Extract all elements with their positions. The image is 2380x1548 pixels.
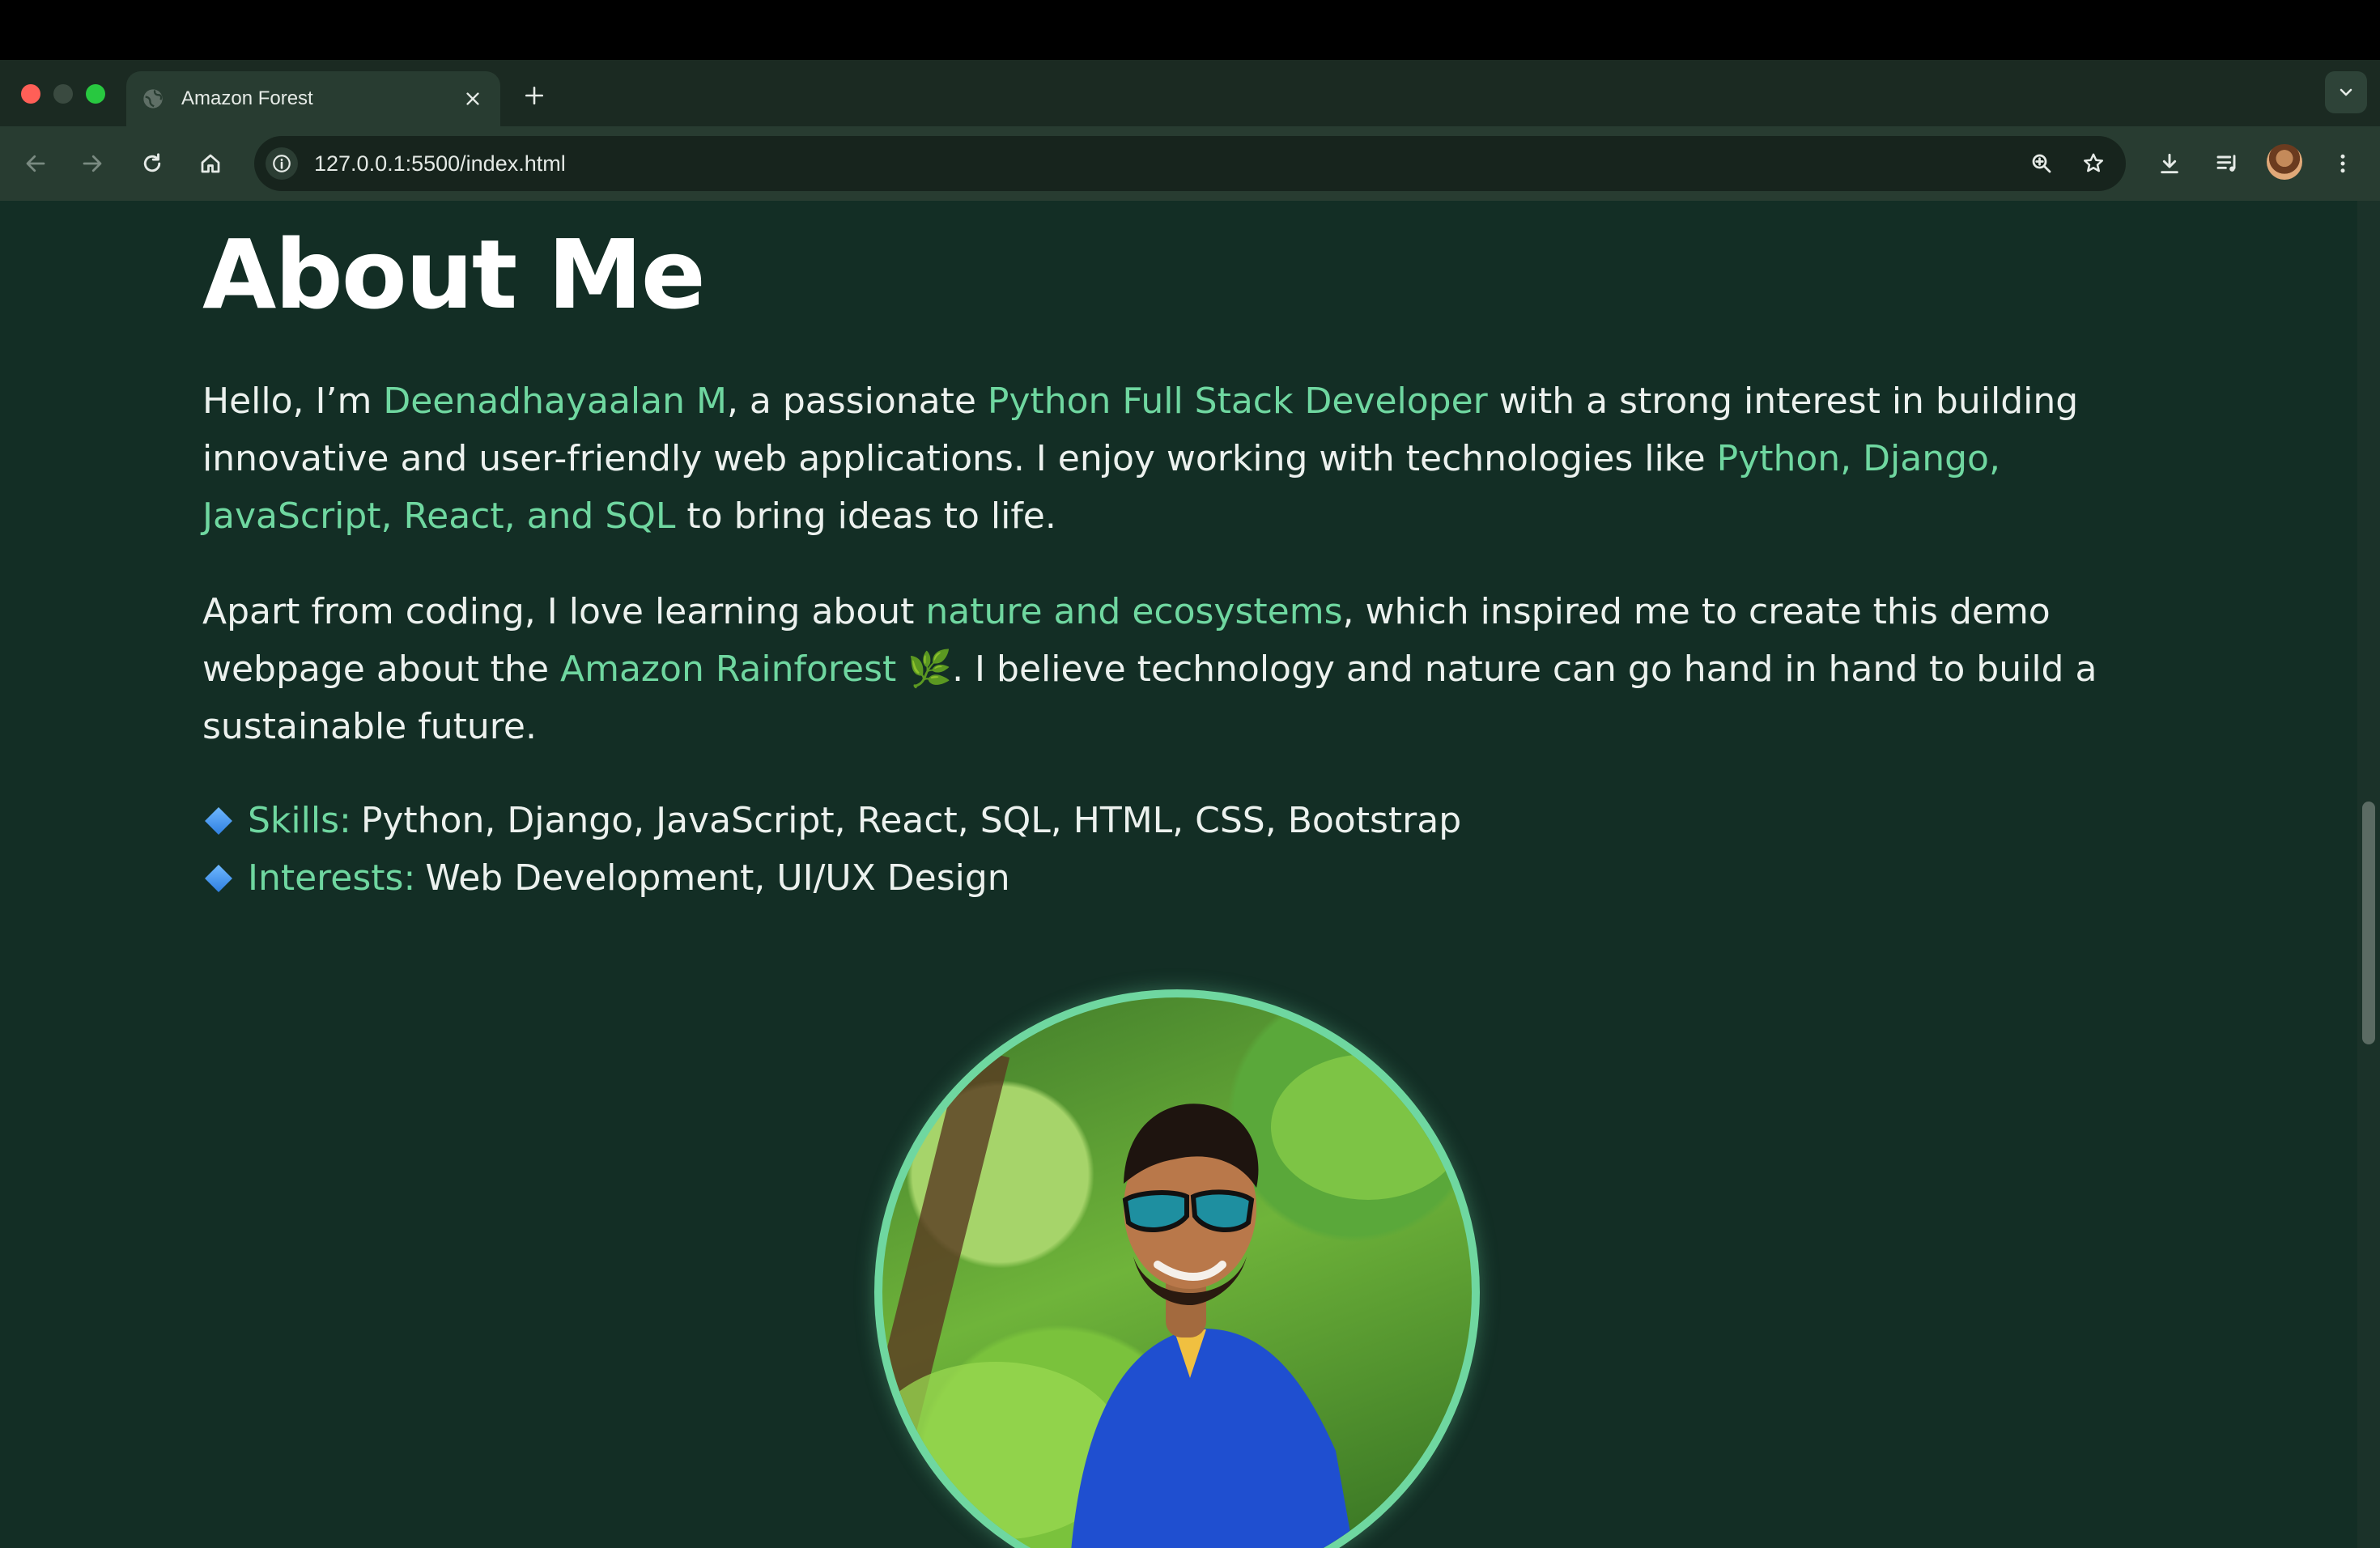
portrait-image (882, 1045, 1465, 1548)
system-menu-bar (0, 0, 2380, 60)
downloads-button[interactable] (2150, 144, 2189, 183)
zoom-icon[interactable] (2022, 144, 2061, 183)
page-content: About Me Hello, I’m Deenadhayaalan M, a … (0, 201, 2380, 1548)
author-name: Deenadhayaalan M (383, 381, 727, 422)
list-item: Skills: Python, Django, JavaScript, Reac… (202, 792, 1461, 849)
browser-toolbar: 127.0.0.1:5500/index.html (0, 126, 2380, 201)
bookmark-star-icon[interactable] (2074, 144, 2113, 183)
leaf-icon: 🌿 (907, 649, 953, 690)
skills-label: Skills: (248, 800, 351, 841)
arrow-left-icon (26, 155, 45, 172)
tab-strip: Amazon Forest (0, 60, 2380, 126)
tab-title: Amazon Forest (181, 87, 313, 109)
more-vertical-icon (2340, 154, 2345, 173)
chevron-down-icon (2340, 88, 2352, 96)
close-tab-icon[interactable] (457, 83, 489, 115)
author-role: Python Full Stack Developer (987, 381, 1488, 422)
interests-label: Interests: (248, 857, 416, 899)
minimize-window-button[interactable] (53, 84, 73, 104)
scrollbar-thumb[interactable] (2362, 802, 2375, 1044)
intro-text-1: Hello, I’m (202, 381, 384, 422)
nature-highlight: nature and ecosystems (925, 591, 1343, 632)
tab-amazon-forest[interactable]: Amazon Forest (126, 71, 500, 126)
reload-icon (143, 153, 161, 172)
intro-paragraph: Hello, I’m Deenadhayaalan M, a passionat… (202, 372, 2129, 545)
amazon-highlight: Amazon Rainforest (560, 649, 897, 690)
forward-button[interactable] (73, 144, 112, 183)
url-text[interactable]: 127.0.0.1:5500/index.html (314, 151, 2022, 176)
new-tab-button[interactable] (516, 78, 552, 113)
playlist-icon (2216, 155, 2236, 172)
media-control-button[interactable] (2208, 144, 2247, 183)
nature-text-1: Apart from coding, I love learning about (202, 591, 926, 632)
diamond-bullet-icon (205, 864, 232, 892)
address-bar[interactable]: 127.0.0.1:5500/index.html (254, 136, 2126, 191)
nature-paragraph: Apart from coding, I love learning about… (202, 583, 2129, 755)
interests-value: Web Development, UI/UX Design (425, 857, 1010, 899)
home-button[interactable] (191, 144, 230, 183)
profile-photo (874, 989, 1480, 1548)
reload-button[interactable] (133, 144, 172, 183)
maximize-window-button[interactable] (86, 84, 105, 104)
list-item: Interests: Web Development, UI/UX Design (202, 849, 1461, 907)
arrow-right-icon (83, 155, 102, 172)
profile-avatar[interactable] (2267, 144, 2302, 180)
browser-menu-button[interactable] (2323, 144, 2362, 183)
home-icon (201, 154, 220, 173)
back-button[interactable] (16, 144, 55, 183)
download-icon (2161, 153, 2178, 174)
page-title: About Me (202, 219, 706, 330)
intro-text-4: to bring ideas to life. (675, 495, 1056, 537)
tab-search-button[interactable] (2325, 71, 2367, 113)
diamond-bullet-icon (205, 806, 232, 835)
skills-value: Python, Django, JavaScript, React, SQL, … (360, 800, 1462, 841)
intro-text-2: , a passionate (726, 381, 988, 422)
globe-icon (141, 87, 165, 111)
skills-list: Skills: Python, Django, JavaScript, Reac… (202, 792, 1461, 907)
close-window-button[interactable] (21, 84, 40, 104)
site-info-icon[interactable] (266, 147, 298, 180)
